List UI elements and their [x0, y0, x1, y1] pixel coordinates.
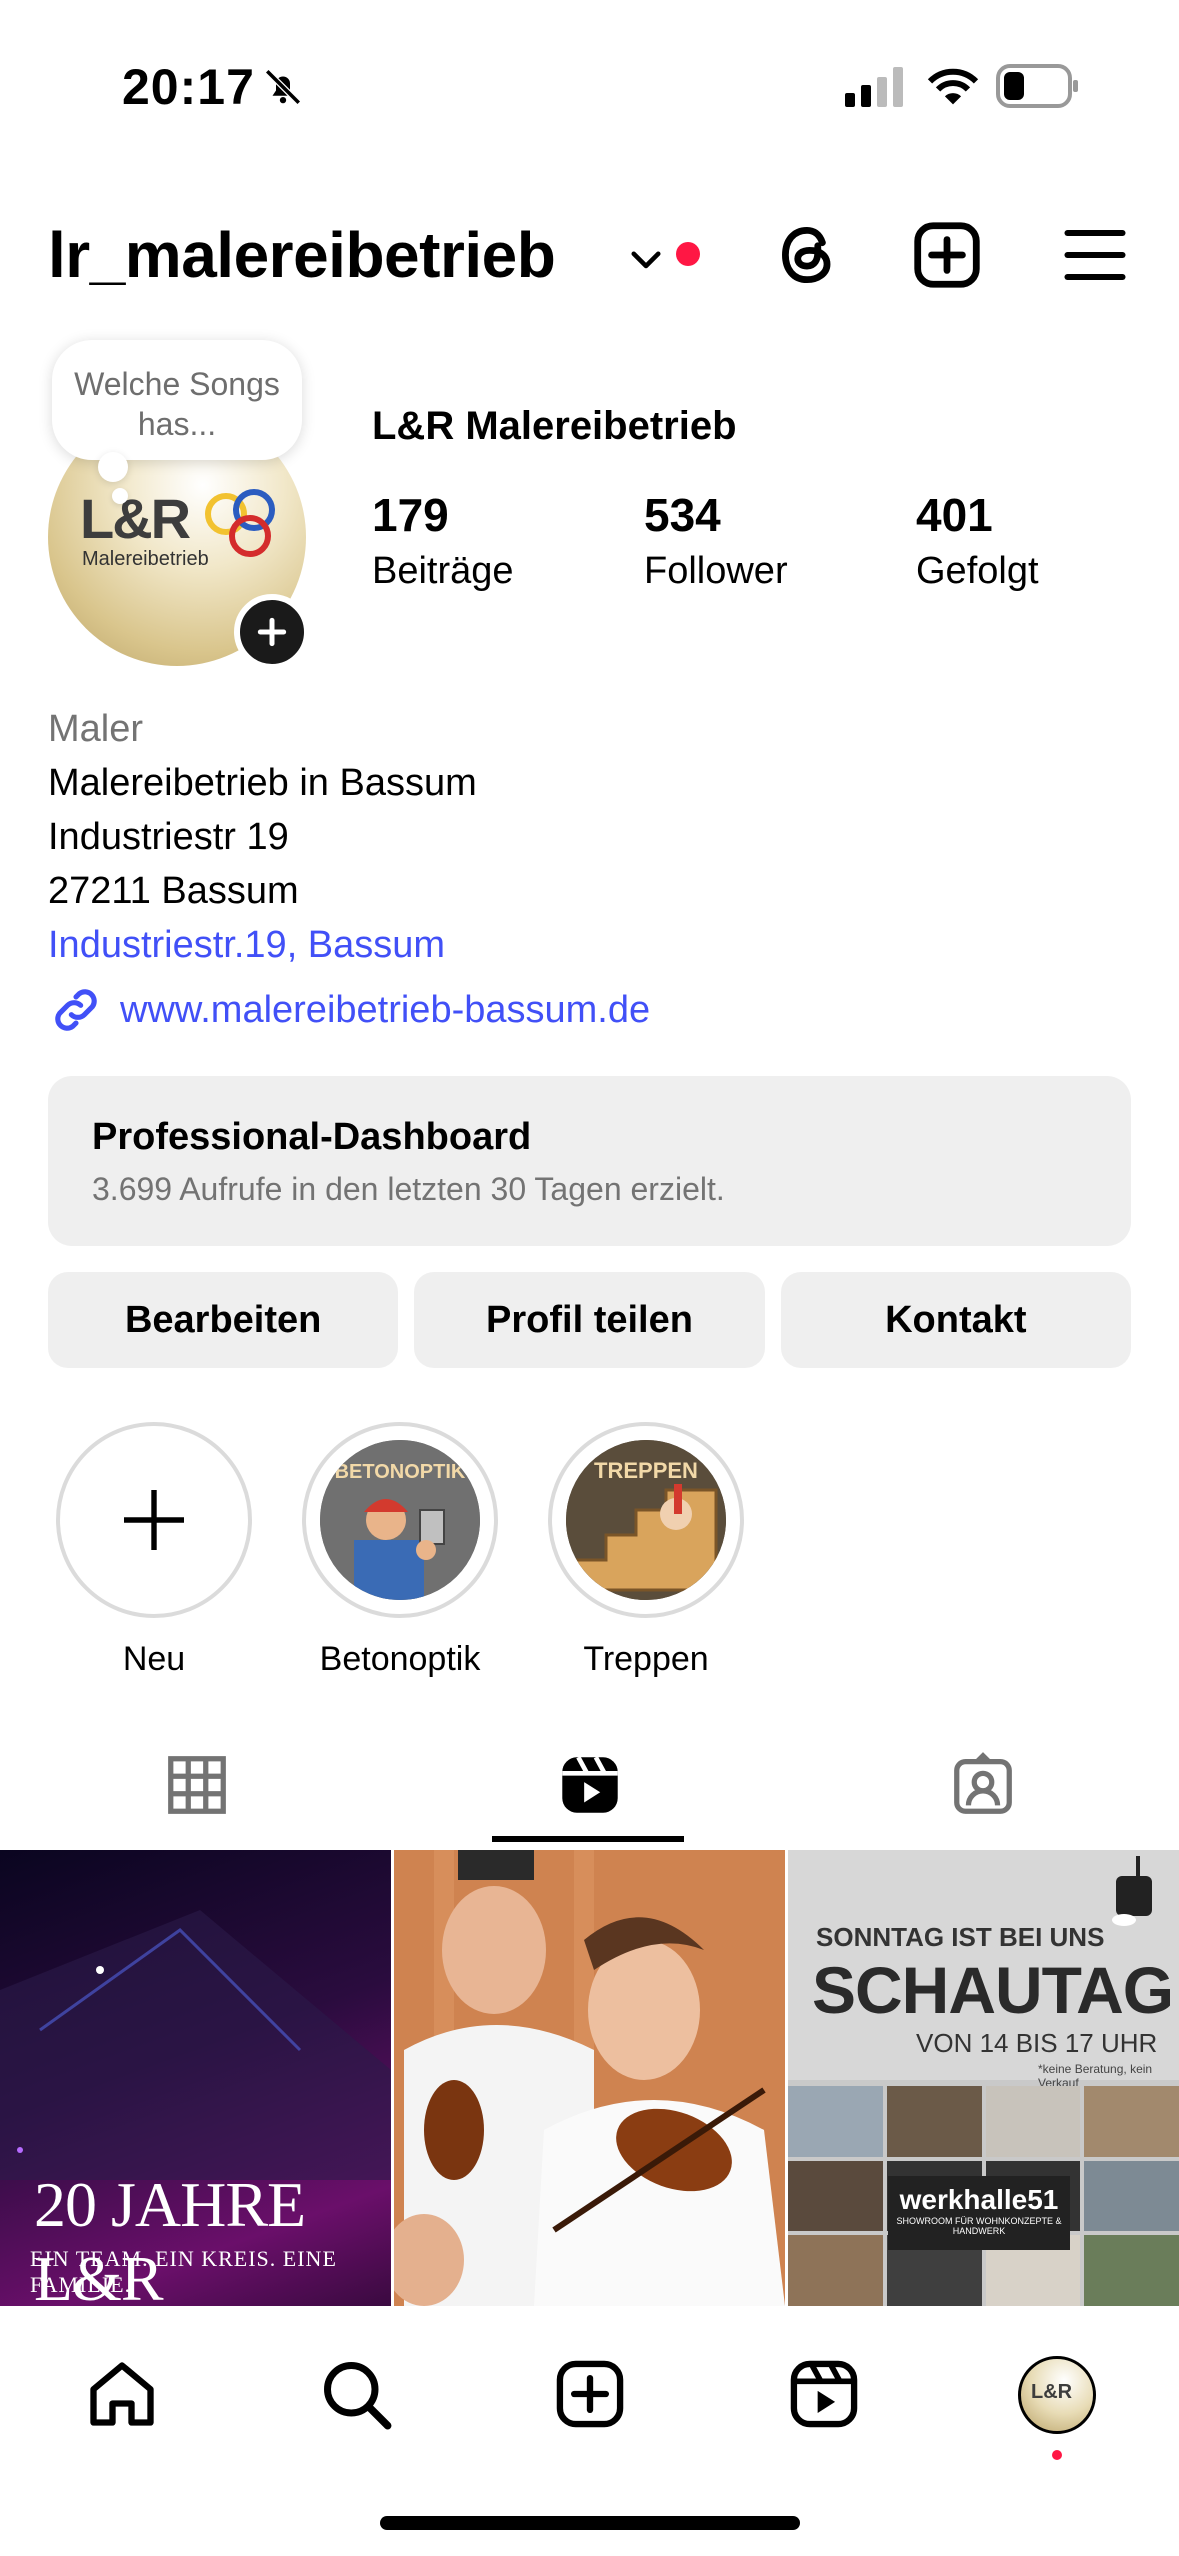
reels-icon — [562, 1756, 618, 1813]
dashboard-title: Professional-Dashboard — [92, 1116, 532, 1158]
highlight-label: Neu — [122, 1640, 186, 1678]
profile-header: lr_malereibetrieb — [0, 200, 1179, 310]
cellular-signal-icon — [845, 67, 903, 107]
poster-line2: SCHAUTAG — [812, 1953, 1174, 2027]
create-icon[interactable] — [552, 2356, 628, 2432]
search-icon[interactable] — [318, 2356, 394, 2432]
highlight-cover: BETONOPTIK — [320, 1440, 480, 1600]
hamburger-menu-icon[interactable] — [1060, 222, 1130, 288]
tab-reels[interactable] — [393, 1730, 786, 1850]
dashboard-subtitle: 3.699 Aufrufe in den letzten 30 Tagen er… — [92, 1171, 725, 1207]
reels-nav-icon[interactable] — [786, 2356, 862, 2432]
tab-posts-grid[interactable] — [0, 1730, 393, 1850]
highlight-label: Betonoptik — [319, 1640, 481, 1678]
professional-dashboard[interactable]: Professional-Dashboard 3.699 Aufrufe in … — [48, 1076, 1131, 1246]
highlight-cover-text: TREPPEN — [594, 1458, 698, 1483]
highlight-ring: BETONOPTIK — [302, 1422, 498, 1618]
reel-thumbnail[interactable]: SONNTAG IST BEI UNS SCHAUTAG VON 14 BIS … — [788, 1850, 1179, 2306]
chevron-down-icon[interactable] — [625, 238, 667, 280]
bio-line: 27211 Bassum — [48, 870, 299, 912]
active-tab-indicator — [492, 1836, 684, 1842]
stat-label: Beiträge — [372, 550, 514, 592]
share-profile-button[interactable]: Profil teilen — [414, 1272, 765, 1368]
plus-icon — [257, 617, 287, 647]
status-bar: 20:17 — [0, 0, 1179, 170]
threads-icon[interactable] — [770, 218, 844, 292]
highlight-new[interactable]: Neu — [56, 1422, 252, 1679]
create-post-icon[interactable] — [910, 218, 984, 292]
notification-dot — [676, 242, 700, 266]
reel-subtitle: EIN TEAM. EIN KREIS. EINE FAMILIE. — [30, 2246, 337, 2297]
grid-icon — [168, 1756, 226, 1814]
highlight-label: Treppen — [583, 1640, 709, 1678]
contact-button[interactable]: Kontakt — [780, 1272, 1131, 1368]
stat-label: Gefolgt — [916, 550, 1039, 592]
link-icon — [55, 989, 97, 1031]
highlight-ring — [56, 1422, 252, 1618]
brand-name: werkhalle51 — [899, 2184, 1059, 2215]
note-bubble[interactable]: Welche Songs has... — [52, 340, 302, 460]
edit-profile-button[interactable]: Bearbeiten — [48, 1272, 399, 1368]
add-story-button[interactable] — [234, 594, 310, 670]
brand-badge: werkhalle51 SHOWROOM FÜR WOHNKONZEPTE & … — [888, 2176, 1070, 2250]
profile-notification-dot — [1052, 2450, 1062, 2460]
profile-nav-avatar[interactable]: L&R — [1018, 2356, 1096, 2434]
note-text: Welche Songs has... — [74, 366, 280, 442]
highlight-treppen[interactable]: TREPPEN Treppen — [548, 1422, 744, 1679]
battery-icon — [996, 64, 1078, 108]
reels-grid: 20 JAHRE L&R EIN TEAM. EIN KREIS. EINE F… — [0, 1850, 1179, 2306]
violinists-photo — [394, 1850, 785, 2306]
stat-value: 534 — [644, 489, 721, 541]
home-icon[interactable] — [84, 2356, 160, 2432]
stairs-illustration-icon: TREPPEN — [566, 1440, 726, 1600]
address-link[interactable]: Industriestr.19, Bassum — [48, 918, 477, 972]
profile-actions: Bearbeiten Profil teilen Kontakt — [48, 1272, 1131, 1368]
bell-slash-icon — [265, 69, 301, 105]
bio-line: Malereibetrieb in Bassum — [48, 762, 477, 804]
avatar-logo-text: L&R — [80, 487, 191, 550]
plus-icon — [124, 1490, 184, 1550]
highlight-ring: TREPPEN — [548, 1422, 744, 1618]
website-text: www.malereibetrieb-bassum.de — [120, 988, 651, 1031]
tab-tagged[interactable] — [786, 1730, 1179, 1850]
nav-avatar-logo: L&R — [1031, 2381, 1073, 2403]
stat-following[interactable]: 401 Gefolgt — [916, 488, 1039, 593]
highlight-cover-text: BETONOPTIK — [335, 1461, 466, 1483]
stat-followers[interactable]: 534 Follower — [644, 488, 788, 593]
username-switcher[interactable]: lr_malereibetrieb — [48, 218, 556, 292]
reel-thumbnail[interactable]: 20 JAHRE L&R EIN TEAM. EIN KREIS. EINE F… — [0, 1850, 391, 2306]
reel-thumbnail[interactable] — [394, 1850, 785, 2306]
tagged-person-icon — [954, 1752, 1012, 1814]
website-link[interactable]: www.malereibetrieb-bassum.de — [48, 980, 650, 1040]
note-bubble-tail-small — [112, 488, 128, 504]
stat-value: 179 — [372, 489, 449, 541]
home-indicator — [380, 2516, 800, 2530]
content-tabs — [0, 1730, 1179, 1850]
stat-label: Follower — [644, 550, 788, 592]
highlight-cover: TREPPEN — [566, 1440, 726, 1600]
stat-value: 401 — [916, 489, 993, 541]
stat-posts[interactable]: 179 Beiträge — [372, 488, 514, 593]
highlight-betonoptik[interactable]: BETONOPTIK Betonoptik — [302, 1422, 498, 1679]
poster-line1: SONNTAG IST BEI UNS — [816, 1922, 1105, 1952]
status-time: 20:17 — [122, 59, 255, 115]
bio-line: Industriestr 19 — [48, 816, 289, 858]
bio-category: Maler — [48, 708, 144, 750]
wifi-icon — [927, 68, 979, 105]
logo-rings-icon — [205, 489, 275, 557]
bio: Maler Malereibetrieb in Bassum Industrie… — [48, 702, 477, 972]
display-name: L&R Malereibetrieb — [372, 404, 737, 448]
brand-subtitle: SHOWROOM FÜR WOHNKONZEPTE & HANDWERK — [896, 2216, 1062, 2236]
worker-illustration-icon: BETONOPTIK — [320, 1440, 480, 1600]
poster-line3: VON 14 BIS 17 UHR — [916, 2028, 1158, 2058]
spotlight-icon — [1112, 1856, 1152, 1926]
note-bubble-tail — [98, 452, 128, 482]
